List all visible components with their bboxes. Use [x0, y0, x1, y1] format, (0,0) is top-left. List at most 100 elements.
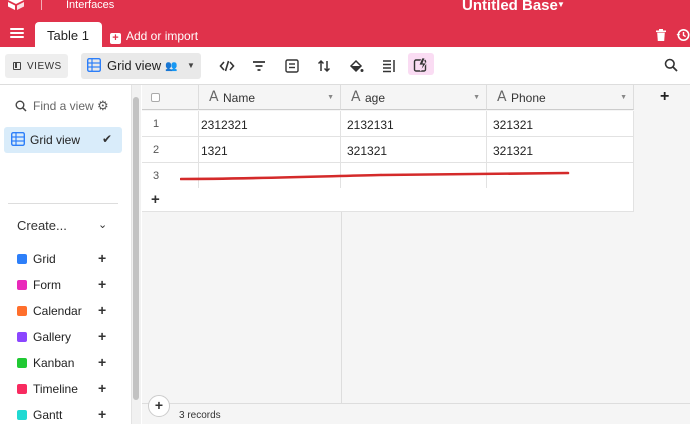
row-selector-cell[interactable]: [142, 137, 199, 163]
views-toggle-button[interactable]: VIEWS: [5, 54, 68, 78]
grid-icon: [11, 132, 25, 146]
base-title[interactable]: Untitled Base: [462, 0, 558, 14]
chevron-down-icon[interactable]: ▼: [327, 94, 334, 101]
color-icon[interactable]: [348, 58, 364, 74]
add-field-button[interactable]: +: [634, 85, 690, 110]
sidebar-toggle-icon: [13, 62, 21, 70]
plus-icon[interactable]: +: [98, 302, 106, 318]
chevron-down-icon[interactable]: ▼: [473, 94, 480, 101]
views-sidebar: Find a view ⚙ Grid view ✔ Create... ⌄ Gr…: [0, 85, 131, 424]
history-icon[interactable]: [676, 28, 690, 42]
create-view-label: Timeline: [33, 382, 78, 396]
phone-cell[interactable]: 321321: [487, 137, 634, 163]
record-count: 3 records: [179, 410, 221, 421]
chevron-down-icon[interactable]: ▼: [620, 94, 627, 101]
text-field-icon: A: [497, 89, 507, 105]
plus-icon[interactable]: +: [98, 354, 106, 370]
create-view-label: Gantt: [33, 408, 63, 422]
column-header-age[interactable]: A age ▼: [341, 85, 487, 110]
plus-icon[interactable]: +: [98, 328, 106, 344]
interfaces-tab[interactable]: Interfaces: [66, 0, 114, 11]
data-grid: A Name ▼ A age ▼ A Phone ▼ + 1 2312321 2…: [142, 85, 690, 424]
app-window: Interfaces Untitled Base ▼ Table 1 ▼ + Ad…: [0, 0, 690, 424]
table-row[interactable]: 2 1321 321321 321321: [142, 137, 634, 163]
chevron-down-icon[interactable]: ▼: [91, 30, 99, 39]
create-view-calendar[interactable]: Calendar +: [17, 302, 117, 321]
create-view-gantt[interactable]: Gantt +: [17, 406, 117, 424]
plus-icon[interactable]: +: [98, 406, 106, 422]
views-label: VIEWS: [27, 61, 62, 72]
chevron-down-icon[interactable]: ⌄: [98, 218, 107, 231]
checkmark-icon: ✔: [102, 132, 113, 146]
column-header-label: Name: [223, 91, 256, 105]
airtable-logo[interactable]: [7, 0, 25, 10]
select-all-checkbox[interactable]: [151, 93, 160, 102]
trash-icon[interactable]: [656, 29, 666, 41]
hamburger-menu-icon[interactable]: [10, 28, 24, 40]
add-or-import-button[interactable]: + Add or import: [110, 29, 198, 44]
chevron-down-icon[interactable]: ▼: [557, 0, 565, 9]
gantt-view-icon: [17, 410, 27, 420]
top-bar: Interfaces Untitled Base ▼ Table 1 ▼ + Ad…: [0, 0, 690, 47]
create-section-title[interactable]: Create...: [17, 218, 67, 233]
plus-icon[interactable]: +: [98, 276, 106, 292]
gear-icon[interactable]: ⚙: [97, 98, 109, 114]
grid-icon: [87, 58, 101, 72]
embed-icon[interactable]: [219, 58, 235, 74]
search-icon: [15, 100, 27, 112]
table-row[interactable]: 1 2312321 2132131 321321: [142, 111, 634, 137]
column-header-phone[interactable]: A Phone ▼: [487, 85, 634, 110]
sidebar-scrollbar-thumb[interactable]: [133, 97, 139, 400]
chevron-down-icon: ▼: [187, 61, 195, 70]
sort-icon[interactable]: [316, 58, 332, 74]
text-field-icon: A: [351, 89, 361, 105]
column-header-label: Phone: [511, 91, 546, 105]
plus-icon: +: [660, 88, 670, 105]
grid-footer: + 3 records: [142, 395, 690, 424]
age-cell[interactable]: 2132131: [341, 111, 487, 137]
text-field-icon: A: [209, 89, 219, 105]
create-view-label: Kanban: [33, 356, 75, 370]
create-view-label: Gallery: [33, 330, 72, 344]
plus-icon[interactable]: +: [98, 250, 106, 266]
row-selector-cell[interactable]: [142, 111, 199, 137]
add-record-button[interactable]: +: [142, 188, 634, 212]
phone-cell[interactable]: 321321: [487, 111, 634, 137]
age-cell[interactable]: 321321: [341, 137, 487, 163]
create-view-grid[interactable]: Grid +: [17, 250, 117, 269]
create-view-gallery[interactable]: Gallery +: [17, 328, 117, 347]
add-or-import-label: Add or import: [126, 29, 199, 43]
view-toolbar: VIEWS Grid view 👥 ▼: [0, 47, 690, 85]
name-cell[interactable]: 1321: [199, 137, 341, 163]
create-view-timeline[interactable]: Timeline +: [17, 380, 117, 399]
timeline-view-icon: [17, 384, 27, 394]
name-cell[interactable]: 2312321: [199, 111, 341, 137]
automation-icon: [413, 57, 428, 72]
view-switcher-button[interactable]: Grid view 👥 ▼: [81, 53, 201, 79]
top-divider: [41, 0, 42, 10]
column-header-label: age: [365, 91, 386, 105]
sidebar-item-grid-view[interactable]: Grid view ✔: [4, 127, 122, 153]
add-record-fab[interactable]: +: [148, 395, 170, 417]
grid-view-icon: [17, 254, 27, 264]
gallery-view-icon: [17, 332, 27, 342]
create-view-kanban[interactable]: Kanban +: [17, 354, 117, 373]
create-view-label: Form: [33, 278, 61, 292]
form-view-icon: [17, 280, 27, 290]
fields-icon[interactable]: [284, 58, 300, 74]
filter-icon[interactable]: [251, 58, 267, 74]
plus-icon: +: [110, 33, 121, 44]
plus-icon[interactable]: +: [98, 380, 106, 396]
annotation-strike-line: [180, 171, 570, 181]
column-header-name[interactable]: A Name ▼: [199, 85, 341, 110]
people-icon: 👥: [165, 61, 178, 72]
header-row-selector: [142, 85, 199, 110]
plus-icon: +: [151, 191, 160, 208]
search-icon[interactable]: [664, 58, 678, 72]
row-height-icon[interactable]: [381, 58, 397, 74]
create-view-form[interactable]: Form +: [17, 276, 117, 295]
find-view-placeholder: Find a view: [33, 99, 94, 113]
frozen-column-divider: [341, 212, 342, 424]
tab-label: Table 1: [47, 28, 89, 43]
create-view-label: Calendar: [33, 304, 82, 318]
